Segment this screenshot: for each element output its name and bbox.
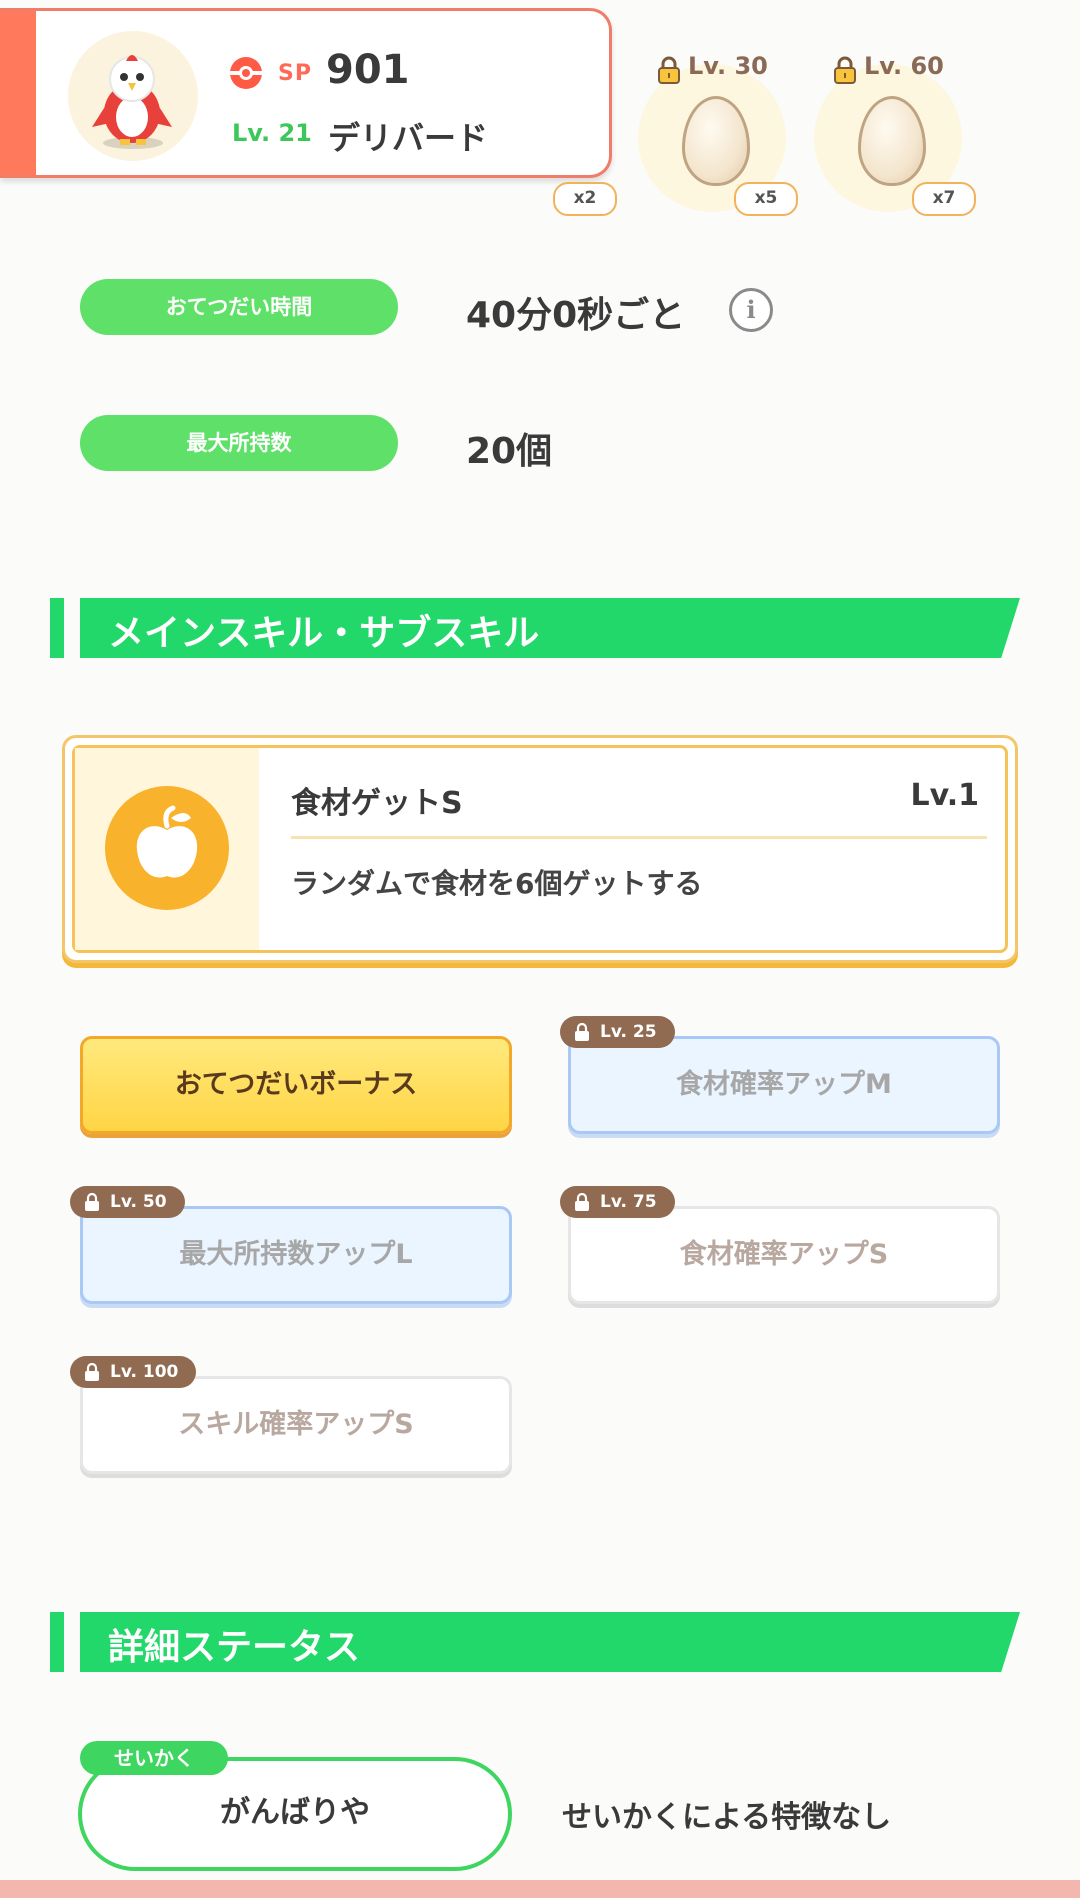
pokeball-icon [230,57,262,89]
main-skill-level: Lv.1 [910,778,980,813]
divider [291,836,987,839]
egg-multiplier: x2 [553,182,617,216]
lock-level: Lv. 50 [110,1192,167,1212]
egg-lock-level: Lv. 60 [864,52,944,80]
section-stub [50,1612,64,1672]
egg-slot-3[interactable]: Lv. 60 x7 [814,52,980,222]
skill-icon-circle [105,786,229,910]
card-accent-stripe [0,11,36,175]
sub-skill-2-lock-tag: Lv. 25 [560,1016,675,1048]
section-stub [50,598,64,658]
lock-level: Lv. 75 [600,1192,657,1212]
bottom-panel-edge [0,1880,1080,1898]
lock-icon [575,1193,589,1211]
section-title-status: 詳細ステータス [108,1627,361,1668]
sub-skill-5[interactable]: スキル確率アップS [80,1376,512,1474]
lock-icon [575,1023,589,1041]
max-carry-label: 最大所持数 [80,415,398,471]
sub-skill-3[interactable]: 最大所持数アップL [80,1206,512,1304]
pokemon-avatar [68,31,198,161]
pokemon-level: Lv. 21 [232,119,312,147]
lock-icon [658,56,680,84]
main-skill-name: 食材ゲットS [291,786,463,821]
lock-icon [85,1193,99,1211]
sub-skill-3-lock-tag: Lv. 50 [70,1186,185,1218]
delibird-icon [92,55,172,149]
sub-skill-4-lock-tag: Lv. 75 [560,1186,675,1218]
main-skill-card[interactable]: 食材ゲットS Lv.1 ランダムで食材を6個ゲットする [62,735,1018,963]
apple-icon [136,805,198,878]
section-title-skills: メインスキル・サブスキル [108,613,540,654]
egg-multiplier: x5 [734,182,798,216]
help-time-value: 40分0秒ごと [466,295,686,336]
egg-lock-level: Lv. 30 [688,52,768,80]
sub-skill-2[interactable]: 食材確率アップM [568,1036,1000,1134]
lock-icon [834,56,856,84]
sub-skill-4[interactable]: 食材確率アップS [568,1206,1000,1304]
sp-value: 901 [326,47,410,93]
egg-slot-1[interactable]: x2 [458,0,618,216]
nature-tag: せいかく [80,1741,228,1775]
max-carry-value: 20個 [466,431,553,472]
egg-multiplier: x7 [912,182,976,216]
main-skill-description: ランダムで食材を6個ゲットする [291,867,703,900]
lock-level: Lv. 100 [110,1362,179,1382]
nature-effect: せいかくによる特徴なし [562,1800,892,1835]
lock-icon [85,1363,99,1381]
help-time-label: おてつだい時間 [80,279,398,335]
egg-slot-2[interactable]: Lv. 30 x5 [638,52,798,222]
sub-skill-5-lock-tag: Lv. 100 [70,1356,197,1388]
sub-skill-1[interactable]: おてつだいボーナス [80,1036,512,1134]
sp-label: SP [278,61,312,86]
info-icon[interactable]: i [729,288,773,332]
lock-level: Lv. 25 [600,1022,657,1042]
